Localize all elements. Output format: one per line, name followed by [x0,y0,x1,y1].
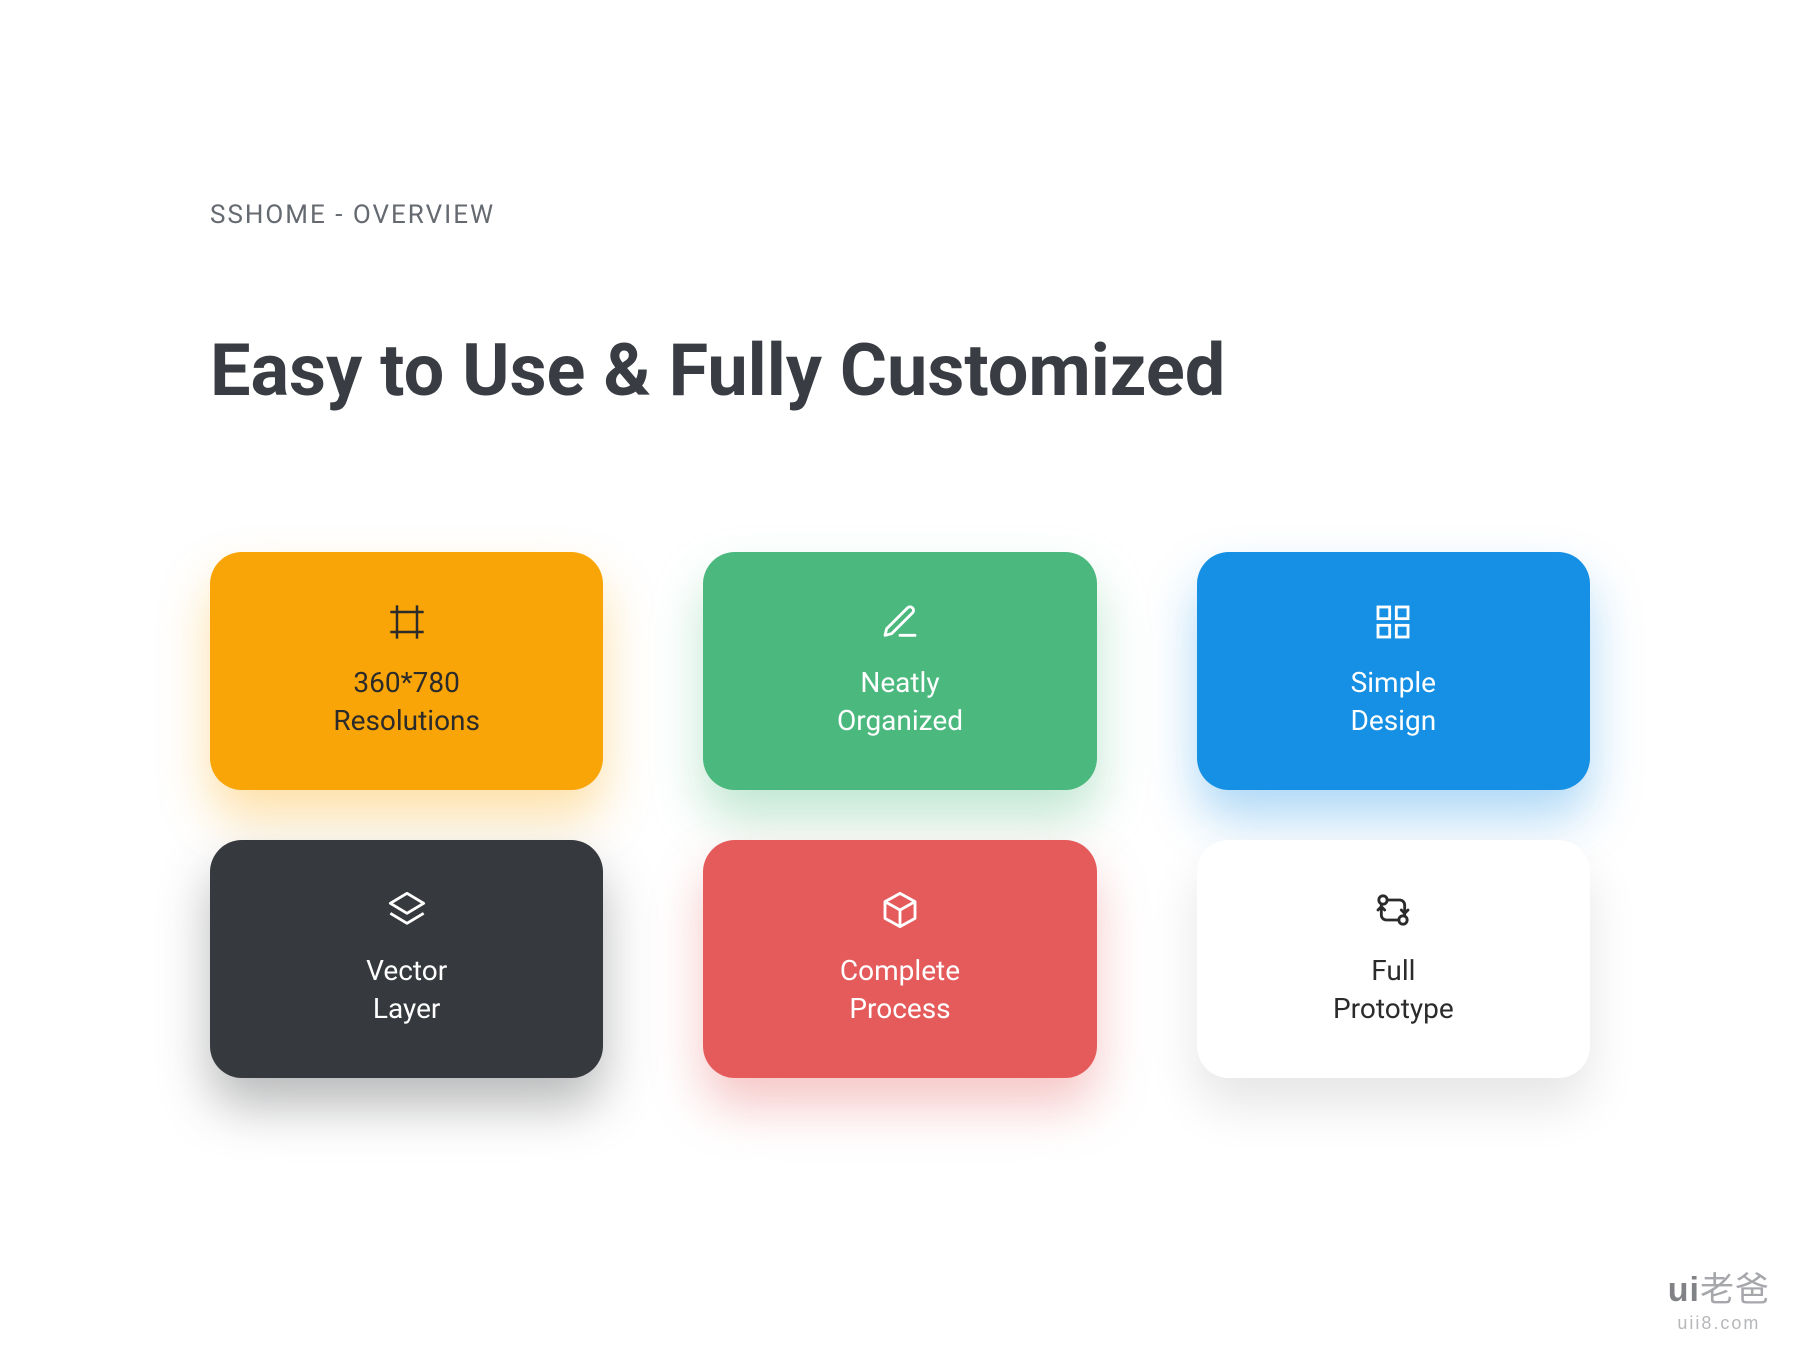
card-organized: Neatly Organized [703,552,1096,790]
edit-icon [880,602,920,642]
cube-icon [880,890,920,930]
watermark-url: uii8.com [1668,1313,1770,1334]
card-label: Vector Layer [366,952,447,1028]
page-container: SSHOME - OVERVIEW Easy to Use & Fully Cu… [0,0,1800,1078]
eyebrow-label: SSHOME - OVERVIEW [210,200,1590,230]
card-prototype: Full Prototype [1197,840,1590,1078]
watermark-bold: ui [1668,1271,1700,1309]
grid-icon [1373,602,1413,642]
frame-icon [387,602,427,642]
watermark-text: 老爸 [1700,1271,1770,1309]
card-process: Complete Process [703,840,1096,1078]
card-resolutions: 360*780 Resolutions [210,552,603,790]
headline: Easy to Use & Fully Customized [210,325,1590,417]
card-vector: Vector Layer [210,840,603,1078]
card-label: 360*780 Resolutions [333,664,480,740]
feature-grid: 360*780 Resolutions Neatly Organized Sim… [210,552,1590,1078]
layers-icon [387,890,427,930]
compare-icon [1373,890,1413,930]
card-label: Neatly Organized [837,664,963,740]
card-label: Full Prototype [1333,952,1454,1028]
card-label: Complete Process [840,952,960,1028]
watermark: ui老爸 uii8.com [1668,1262,1770,1334]
card-label: Simple Design [1350,664,1436,740]
card-design: Simple Design [1197,552,1590,790]
